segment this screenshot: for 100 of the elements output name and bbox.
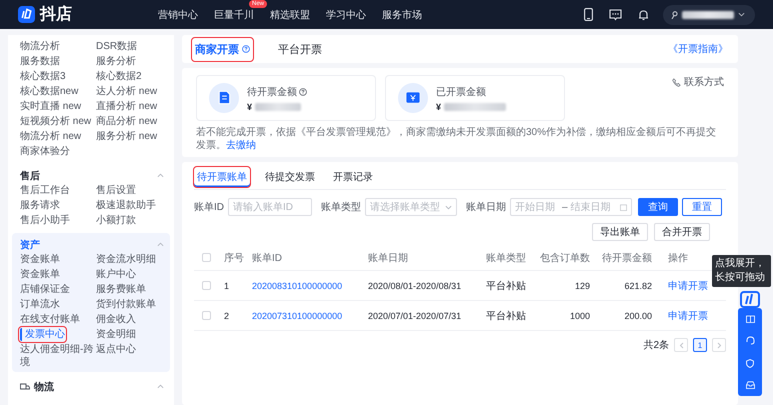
stat-label: 待开票金额	[247, 84, 307, 98]
sidebar-item[interactable]: 达人分析 new	[96, 85, 158, 98]
sidebar-item[interactable]: 达人佣金明细-跨境	[20, 343, 96, 369]
column-header: 包含订单数	[540, 252, 590, 264]
tooltip: 点我展开，长按可拖动	[712, 255, 771, 287]
page-button[interactable]: 1	[693, 338, 707, 352]
nav-link[interactable]: 学习中心	[326, 8, 366, 22]
sidebar-group-title[interactable]: 资产	[20, 238, 40, 252]
sidebar-item[interactable]: DSR数据	[96, 40, 138, 53]
nav-link[interactable]: 精选联盟	[270, 8, 310, 22]
contact-link[interactable]: 联系方式	[672, 75, 724, 89]
action-button[interactable]: 导出账单	[592, 223, 648, 241]
tab[interactable]: 商家开票	[192, 38, 253, 60]
sidebar-item[interactable]: 佣金收入	[96, 313, 136, 326]
guide-link[interactable]: 《开票指南》	[668, 42, 728, 56]
currency-sign: ¥	[436, 102, 442, 112]
sidebar-item[interactable]: 售后小助手	[20, 214, 70, 227]
sidebar-item[interactable]: 核心数据new	[20, 85, 78, 98]
nav-link[interactable]: 营销中心	[158, 8, 198, 22]
sidebar-item[interactable]: 实时直播 new	[20, 100, 82, 113]
filter-label: 账单类型	[321, 200, 361, 214]
sidebar-item[interactable]: 发票中心	[20, 328, 65, 341]
sidebar-item[interactable]: 直播分析 new	[96, 100, 158, 113]
message-icon[interactable]	[609, 8, 622, 20]
sidebar-item[interactable]: 商品分析 new	[96, 115, 158, 128]
table-cell-text: 2020/07/01-2020/07/31	[368, 310, 462, 320]
reset-button[interactable]: 重置	[682, 198, 722, 216]
sidebar-item[interactable]: 商家体验分	[20, 145, 70, 158]
select-all-checkbox[interactable]	[202, 253, 211, 262]
sidebar-item[interactable]: 服务数据	[20, 55, 60, 68]
chevron-left-icon	[678, 342, 684, 348]
bill-id-link[interactable]: 202008310100000000	[252, 280, 368, 290]
column-header: 账单ID	[252, 252, 282, 264]
tab[interactable]: 待提交发票	[262, 166, 318, 186]
sidebar-item[interactable]: 服务分析	[96, 55, 136, 68]
sidebar-item[interactable]: 物流分析 new	[20, 130, 82, 143]
filter-label: 账单ID	[194, 200, 224, 214]
column-header: 序号	[224, 252, 244, 264]
sidebar-item[interactable]: 店铺保证金	[20, 283, 70, 296]
logo-text: 抖店	[40, 4, 72, 25]
column-header: 账单类型	[486, 252, 526, 264]
help-icon[interactable]	[299, 88, 307, 96]
phone-icon[interactable]	[584, 8, 593, 21]
stat-label: 已开票金额	[436, 86, 487, 98]
sidebar-group-title[interactable]: 物流	[34, 380, 54, 394]
sidebar-item[interactable]: 短视频分析 new	[20, 115, 92, 128]
sidebar-group-title[interactable]: 售后	[20, 168, 40, 182]
sidebar-item[interactable]: 资金账单	[20, 253, 60, 266]
row-checkbox[interactable]	[202, 281, 211, 290]
nav-link[interactable]: 巨量千川	[214, 8, 254, 22]
chevron-down-icon[interactable]	[738, 12, 745, 17]
sidebar-item[interactable]: 货到付款账单	[96, 298, 156, 311]
phone-icon	[672, 78, 681, 86]
sidebar-item[interactable]: 核心数据3	[20, 70, 66, 83]
sidebar-item[interactable]: 服务费账单	[96, 283, 146, 296]
table-cell-text: 1	[224, 280, 230, 290]
book-icon[interactable]	[744, 312, 756, 325]
sidebar-item[interactable]: 在线支付账单	[20, 313, 80, 326]
table-cell-text: 2	[224, 310, 230, 320]
inbox-icon[interactable]	[744, 379, 756, 392]
column-header: 待开票金额	[602, 252, 652, 264]
table-cell-text: 129	[574, 280, 590, 290]
table-cell-text: 1000	[568, 310, 590, 320]
account-menu[interactable]	[663, 4, 755, 24]
bill-id-link[interactable]: 202007310100000000	[252, 310, 368, 320]
help-icon[interactable]	[242, 45, 250, 53]
sidebar-item[interactable]: 资金账单	[20, 268, 60, 281]
tab[interactable]: 开票记录	[330, 166, 376, 186]
sidebar-item[interactable]: 资金明细	[96, 328, 136, 341]
table-cell-text: 200.00	[623, 310, 652, 320]
date-range-field[interactable]: 开始日期 – 结束日期	[510, 198, 632, 216]
nav-link[interactable]: 服务市场	[382, 8, 422, 22]
total-count: 共2条	[643, 338, 669, 352]
action-button[interactable]: 合并开票	[654, 223, 710, 241]
sidebar-item[interactable]: 服务请求	[20, 199, 60, 212]
blurred-amount	[444, 102, 506, 110]
tab[interactable]: 平台开票	[275, 38, 325, 60]
notification-icon[interactable]	[638, 8, 649, 20]
filter-label: 账单日期	[466, 200, 506, 214]
sidebar-item[interactable]: 订单流水	[20, 298, 60, 311]
shield-icon[interactable]	[744, 356, 756, 370]
logo-icon[interactable]	[18, 6, 35, 23]
sidebar-item[interactable]: 物流分析	[20, 40, 60, 53]
headset-icon[interactable]	[744, 334, 756, 348]
sidebar-item[interactable]: 服务分析 new	[96, 130, 158, 143]
sidebar-item[interactable]: 核心数据2	[96, 70, 142, 83]
sidebar-item[interactable]: 资金流水明细	[96, 253, 156, 266]
apply-invoice-link[interactable]: 申请开票	[652, 308, 726, 322]
sidebar-item[interactable]: 售后工作台	[20, 184, 70, 197]
sidebar-item[interactable]: 极速退款助手	[96, 199, 156, 212]
sidebar-item[interactable]: 账户中心	[96, 268, 136, 281]
sidebar-item[interactable]: 售后设置	[96, 184, 136, 197]
currency-sign: ¥	[247, 102, 252, 112]
row-checkbox[interactable]	[202, 311, 211, 320]
table-cell-text: 平台补贴	[486, 310, 527, 322]
search-button[interactable]: 查询	[638, 198, 678, 216]
pay-link[interactable]: 去缴纳	[226, 140, 256, 151]
tab[interactable]: 待开票账单	[194, 166, 250, 186]
sidebar-item[interactable]: 小额打款	[96, 214, 136, 227]
sidebar-item[interactable]: 返点中心	[96, 343, 136, 356]
